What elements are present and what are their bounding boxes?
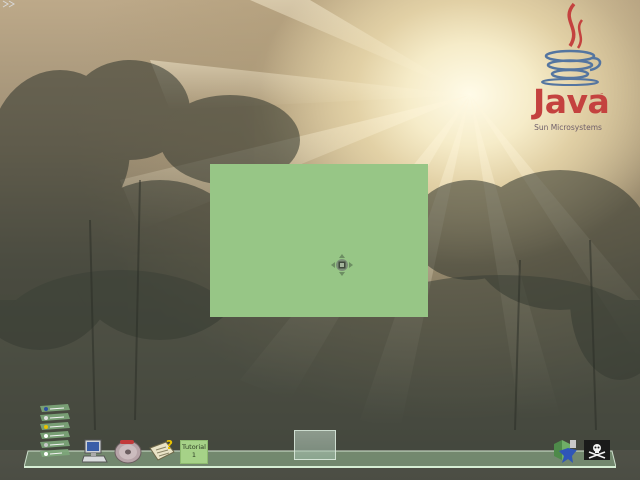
java-wordmark: Java [533,82,610,121]
tutorial-label: Tutorial [182,443,206,451]
skull-crossbones-icon[interactable] [584,440,610,460]
window-thumbnail[interactable] [294,430,336,460]
help-question-icon[interactable]: ? [148,438,176,464]
tutorial-launcher-button[interactable]: Tutorial 1 [180,440,208,464]
app-list-icon[interactable] [38,404,72,460]
svg-text:?: ? [166,438,173,452]
java-subtitle: Sun Microsystems [534,123,602,132]
java-trademark: ™ [600,92,604,97]
move-cursor-icon [331,254,353,276]
center-panel[interactable] [210,164,428,317]
tutorial-number: 1 [191,451,197,459]
shield-star-icon[interactable] [550,438,580,464]
cd-disc-icon[interactable] [114,438,142,464]
corner-menu-icon[interactable] [2,0,16,8]
computer-icon[interactable] [82,438,108,464]
